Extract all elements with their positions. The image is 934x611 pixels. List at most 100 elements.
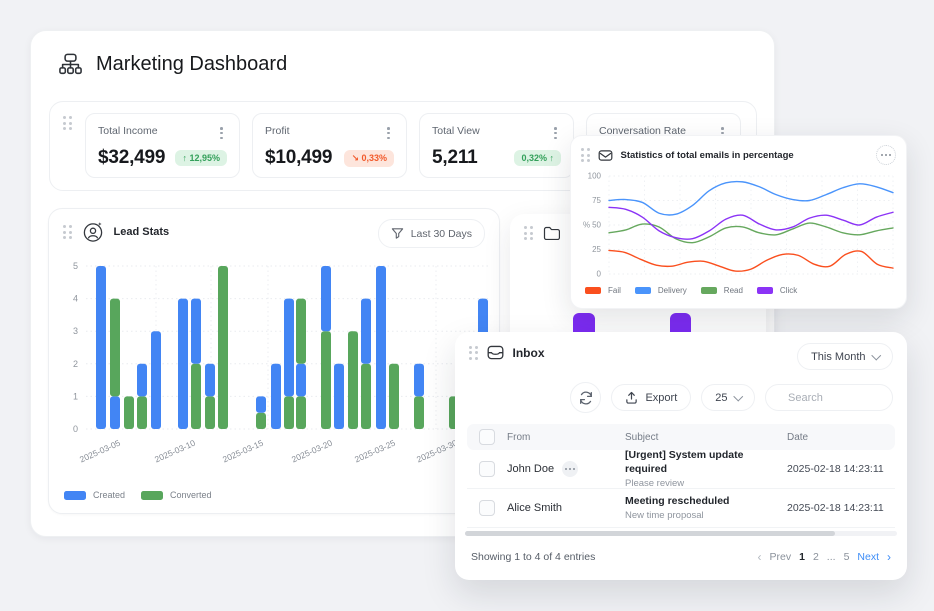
search-input[interactable] bbox=[786, 391, 880, 405]
column-header-subject: Subject bbox=[625, 432, 787, 443]
lead-stats-card: Lead Stats Last 30 Days 0123452025-03-05… bbox=[48, 208, 500, 514]
kebab-menu-icon[interactable] bbox=[550, 125, 561, 141]
kpi-value: $32,499 bbox=[98, 147, 165, 169]
email-legend-swatch bbox=[757, 287, 773, 294]
legend-label: Read bbox=[724, 286, 743, 295]
table-row[interactable]: Alice Smith Meeting rescheduled New time… bbox=[467, 489, 895, 528]
svg-text:2025-03-15: 2025-03-15 bbox=[221, 438, 265, 465]
scrollbar-thumb[interactable] bbox=[465, 531, 835, 536]
svg-text:4: 4 bbox=[73, 294, 78, 304]
chevron-down-icon bbox=[871, 350, 880, 359]
svg-text:2025-03-25: 2025-03-25 bbox=[353, 438, 397, 465]
inbox-icon bbox=[487, 345, 504, 360]
page-button-2[interactable]: 2 bbox=[813, 551, 819, 563]
drag-handle[interactable] bbox=[524, 226, 533, 240]
lead-legend: Created Converted bbox=[64, 490, 212, 500]
page-button-1[interactable]: 1 bbox=[799, 551, 805, 563]
card-title: Inbox bbox=[513, 346, 545, 360]
row-checkbox[interactable] bbox=[479, 461, 495, 477]
drag-handle[interactable] bbox=[469, 346, 478, 360]
page-size-dropdown[interactable]: 25 bbox=[701, 384, 755, 411]
inbox-toolbar: Export 25 bbox=[570, 382, 893, 413]
column-header-date: Date bbox=[787, 432, 895, 443]
kpi-card-profit: Profit $10,499 ↘ 0,33% bbox=[252, 113, 407, 178]
filter-last-30-days-button[interactable]: Last 30 Days bbox=[378, 219, 485, 248]
email-legend-swatch bbox=[635, 287, 651, 294]
card-title: Lead Stats bbox=[114, 226, 170, 238]
email-legend: Fail Delivery Read Click bbox=[585, 286, 797, 295]
drag-handle[interactable] bbox=[63, 225, 72, 239]
select-all-checkbox[interactable] bbox=[479, 429, 495, 445]
period-label: This Month bbox=[811, 351, 865, 363]
kebab-menu-icon[interactable] bbox=[216, 125, 227, 141]
email-date: 2025-02-18 14:23:11 bbox=[787, 463, 895, 475]
inbox-table: From Subject Date John Doe [Urgent] Syst… bbox=[467, 424, 895, 528]
search-box[interactable] bbox=[765, 384, 893, 411]
period-dropdown[interactable]: This Month bbox=[797, 343, 893, 370]
legend-label: Created bbox=[93, 490, 125, 500]
email-stats-card: Statistics of total emails in percentage… bbox=[570, 135, 907, 309]
email-preview: New time proposal bbox=[625, 510, 787, 521]
refresh-button[interactable] bbox=[570, 382, 601, 413]
next-page-button[interactable]: Next bbox=[857, 551, 879, 563]
kpi-label: Profit bbox=[265, 125, 290, 137]
prev-page-button[interactable]: Prev bbox=[770, 551, 792, 563]
svg-text:25: 25 bbox=[592, 245, 601, 254]
column-header-from: From bbox=[507, 432, 625, 443]
svg-text:%: % bbox=[583, 221, 590, 230]
legend-item-created: Created bbox=[64, 490, 125, 500]
lead-legend-swatch bbox=[64, 491, 86, 500]
svg-text:2025-03-30: 2025-03-30 bbox=[415, 438, 459, 465]
inbox-card: Inbox This Month Export 25 bbox=[455, 332, 907, 580]
legend-item-read: Read bbox=[701, 286, 743, 295]
legend-label: Delivery bbox=[658, 286, 687, 295]
email-stats-chart: 0 25 50 75 100% bbox=[575, 166, 903, 284]
email-date: 2025-02-18 14:23:11 bbox=[787, 502, 895, 514]
kpi-card-total-income: Total Income $32,499 ↑ 12,95% bbox=[85, 113, 240, 178]
export-icon bbox=[625, 391, 638, 404]
row-actions-button[interactable] bbox=[562, 461, 578, 477]
lead-legend-swatch bbox=[141, 491, 163, 500]
sender-name: Alice Smith bbox=[507, 502, 562, 514]
card-menu-button[interactable] bbox=[876, 145, 896, 165]
email-preview: Please review bbox=[625, 478, 787, 489]
sender-name: John Doe bbox=[507, 463, 554, 475]
export-button[interactable]: Export bbox=[611, 384, 691, 411]
svg-text:50: 50 bbox=[592, 221, 601, 230]
lead-stats-chart: 0123452025-03-052025-03-102025-03-152025… bbox=[57, 255, 493, 471]
drag-handle[interactable] bbox=[63, 116, 72, 130]
svg-text:2025-03-20: 2025-03-20 bbox=[290, 438, 334, 465]
page-size-value: 25 bbox=[715, 392, 727, 404]
export-label: Export bbox=[645, 392, 677, 404]
table-header-row: From Subject Date bbox=[467, 424, 895, 450]
email-legend-swatch bbox=[585, 287, 601, 294]
refresh-icon bbox=[579, 391, 593, 405]
email-subject: [Urgent] System update required bbox=[625, 449, 787, 475]
svg-text:2: 2 bbox=[73, 359, 78, 369]
next-page-arrow[interactable]: › bbox=[887, 550, 891, 564]
trend-badge: ↑ 12,95% bbox=[175, 150, 227, 166]
svg-text:0: 0 bbox=[73, 424, 78, 434]
svg-text:2025-03-05: 2025-03-05 bbox=[78, 438, 122, 465]
legend-item-delivery: Delivery bbox=[635, 286, 687, 295]
envelope-icon bbox=[598, 149, 613, 162]
horizontal-scrollbar bbox=[465, 531, 897, 536]
prev-page-arrow[interactable]: ‹ bbox=[758, 550, 762, 564]
row-checkbox[interactable] bbox=[479, 500, 495, 516]
page-title: Marketing Dashboard bbox=[96, 53, 287, 76]
ellipsis-icon bbox=[565, 468, 575, 470]
card-title: Statistics of total emails in percentage bbox=[621, 150, 794, 161]
kebab-menu-icon[interactable] bbox=[383, 125, 394, 141]
svg-text:100: 100 bbox=[588, 172, 602, 181]
page-button-5[interactable]: 5 bbox=[844, 551, 850, 563]
kpi-label: Total View bbox=[432, 125, 480, 137]
svg-text:0: 0 bbox=[597, 270, 602, 279]
legend-item-click: Click bbox=[757, 286, 797, 295]
svg-text:75: 75 bbox=[592, 196, 601, 205]
leads-icon bbox=[82, 221, 104, 243]
drag-handle[interactable] bbox=[581, 148, 590, 162]
table-row[interactable]: John Doe [Urgent] System update required… bbox=[467, 450, 895, 489]
kpi-card-total-view: Total View 5,211 0,32% ↑ bbox=[419, 113, 574, 178]
chevron-down-icon bbox=[733, 391, 742, 400]
funnel-icon bbox=[391, 227, 404, 240]
